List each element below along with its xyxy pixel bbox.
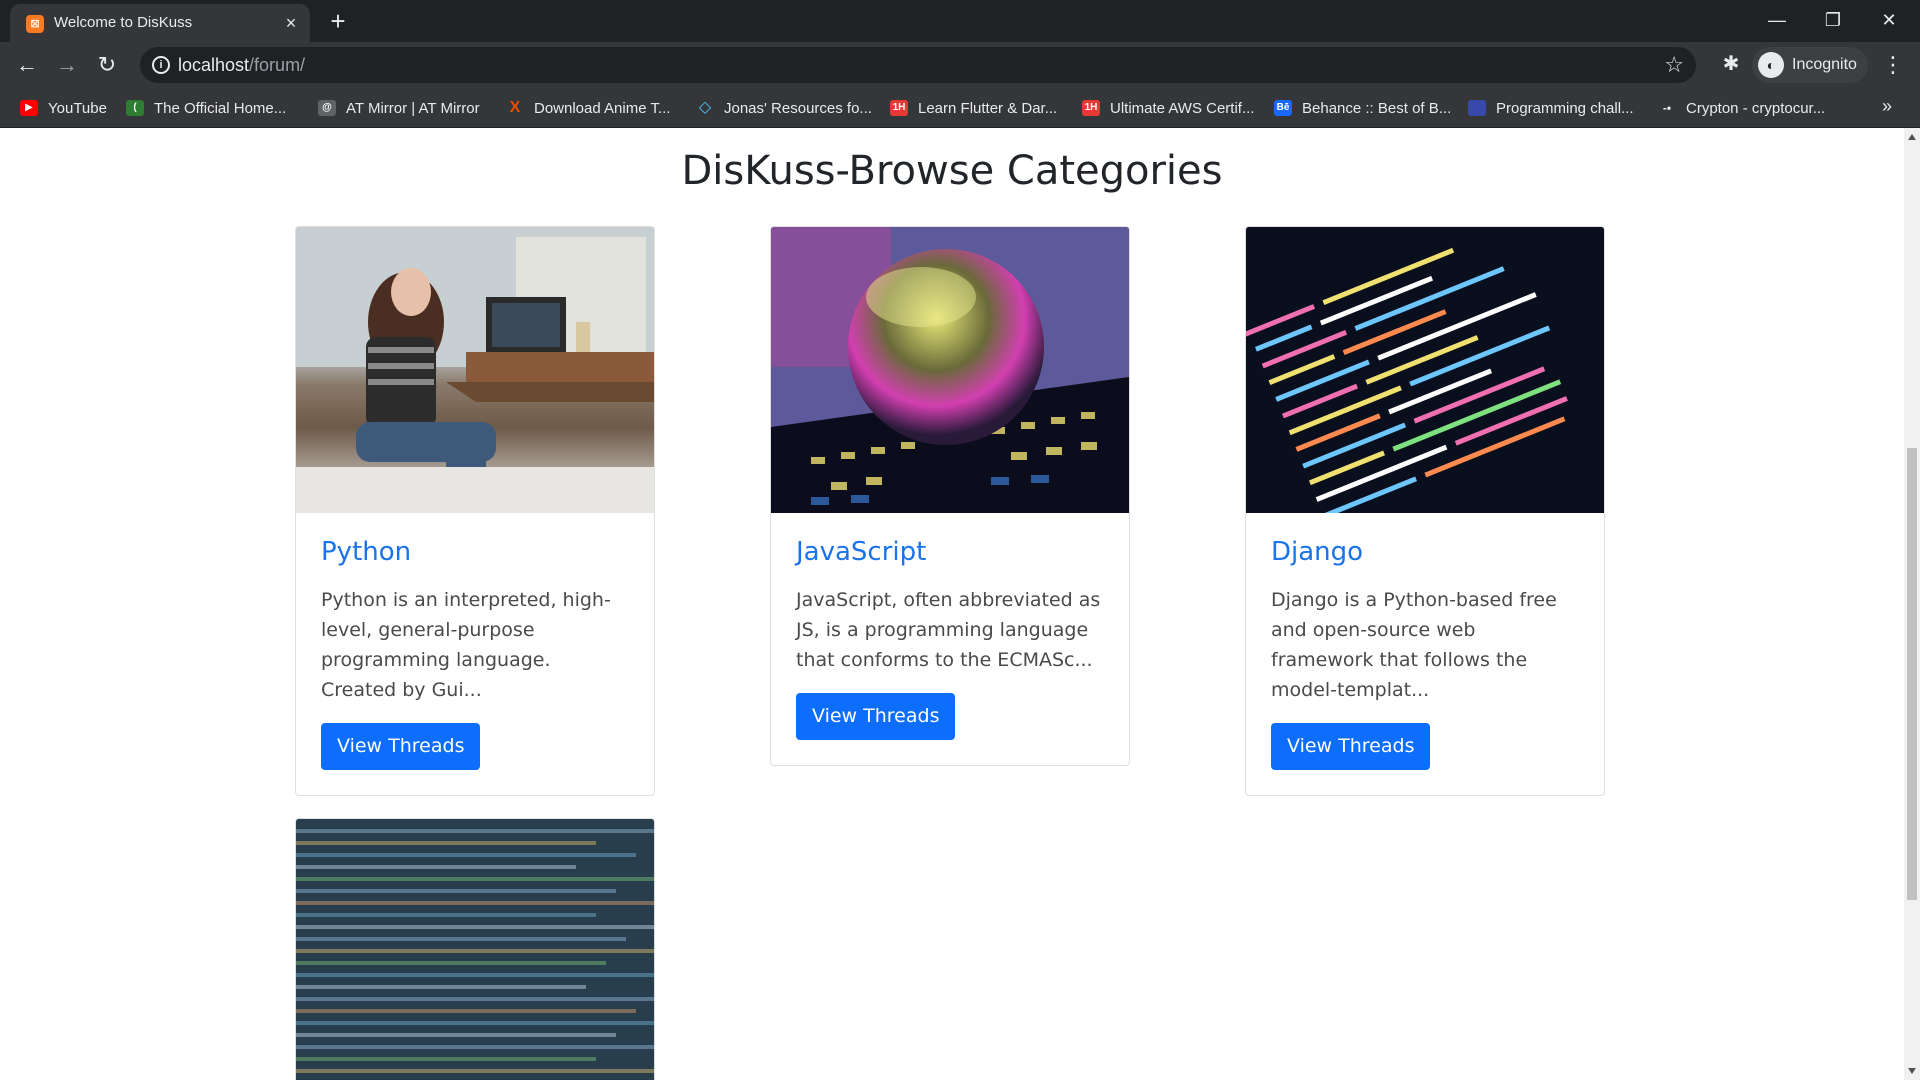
bookmark-label: AT Mirror | AT Mirror bbox=[346, 99, 480, 117]
bookmark-label: Learn Flutter & Dar... bbox=[918, 99, 1058, 117]
bookmark-label: The Official Home... bbox=[154, 99, 287, 117]
category-title-javascript[interactable]: JavaScript bbox=[796, 537, 1104, 567]
fourth-card-illustration bbox=[296, 819, 654, 1080]
category-description: Django is a Python-based free and open-s… bbox=[1271, 589, 1557, 701]
new-tab-icon[interactable]: + bbox=[324, 8, 352, 36]
bookmark-youtube[interactable]: ▶ YouTube bbox=[20, 97, 107, 119]
card-body: Django Django is a Python-based free and… bbox=[1246, 513, 1604, 795]
card-body: JavaScript JavaScript, often abbreviated… bbox=[771, 513, 1129, 765]
python-card-illustration bbox=[296, 227, 654, 513]
url-path: /forum/ bbox=[249, 55, 306, 75]
scroll-thumb[interactable] bbox=[1907, 448, 1917, 900]
back-icon[interactable]: ← bbox=[12, 50, 42, 80]
info-icon[interactable]: i bbox=[152, 56, 170, 74]
category-title-python[interactable]: Python bbox=[321, 537, 629, 567]
youtube-icon: ▶ bbox=[20, 100, 38, 116]
view-threads-button-python[interactable]: View Threads bbox=[321, 723, 481, 770]
bookmark-behance[interactable]: Bē Behance :: Best of B... bbox=[1274, 97, 1451, 119]
profile-label: Incognito bbox=[1792, 56, 1857, 73]
reload-icon[interactable]: ↻ bbox=[92, 50, 122, 80]
minimize-icon[interactable]: — bbox=[1754, 4, 1800, 36]
incognito-icon: ◐ bbox=[1758, 52, 1784, 78]
django-card-illustration bbox=[1246, 227, 1604, 513]
more-bookmarks-icon[interactable]: » bbox=[1882, 96, 1892, 117]
tab-active[interactable]: ⊠ Welcome to DisKuss × bbox=[10, 4, 310, 42]
bookmark-star-icon[interactable]: ☆ bbox=[1664, 51, 1684, 79]
scroll-down-arrow-icon[interactable] bbox=[1908, 1068, 1916, 1074]
bookmark-label: Download Anime T... bbox=[534, 99, 671, 117]
bookmark-at-mirror[interactable]: @ AT Mirror | AT Mirror bbox=[318, 97, 480, 119]
extensions-puzzle-icon[interactable]: ✱ bbox=[1718, 51, 1744, 77]
address-bar[interactable]: i localhost/forum/ ☆ bbox=[140, 47, 1696, 83]
1h-icon: 1H bbox=[890, 100, 908, 116]
category-card-javascript: JavaScript JavaScript, often abbreviated… bbox=[770, 226, 1130, 766]
url-text: localhost/forum/ bbox=[178, 55, 305, 76]
category-description: JavaScript, often abbreviated as JS, is … bbox=[796, 589, 1101, 671]
at-mirror-icon: @ bbox=[318, 100, 336, 116]
bookmark-download-anime[interactable]: X Download Anime T... bbox=[506, 97, 671, 119]
code-screen-photo bbox=[1246, 227, 1604, 513]
xampp-favicon-icon: ⊠ bbox=[26, 15, 44, 33]
bookmark-label: Ultimate AWS Certif... bbox=[1110, 99, 1255, 117]
scroll-up-arrow-icon[interactable] bbox=[1908, 134, 1916, 140]
page-title: DisKuss-Browse Categories bbox=[681, 148, 1223, 194]
bookmark-official-home[interactable]: ( The Official Home... bbox=[126, 97, 286, 119]
diamond-icon: ◇ bbox=[698, 99, 712, 116]
bookmark-label: Jonas' Resources fo... bbox=[724, 99, 872, 117]
bookmark-label: Crypton - cryptocur... bbox=[1686, 99, 1826, 117]
restore-icon[interactable]: ❐ bbox=[1810, 4, 1856, 36]
bookmark-jonas-resources[interactable]: ◇ Jonas' Resources fo... bbox=[696, 97, 872, 119]
close-tab-icon[interactable]: × bbox=[280, 12, 302, 34]
view-threads-button-django[interactable]: View Threads bbox=[1271, 723, 1431, 770]
bookmarks-bar: ▶ YouTube ( The Official Home... @ AT Mi… bbox=[0, 88, 1920, 128]
incognito-profile-button[interactable]: ◐ Incognito bbox=[1752, 47, 1868, 83]
browser-chrome: ⊠ Welcome to DisKuss × + — ❐ ✕ ← → ↻ i l… bbox=[0, 0, 1920, 128]
tab-title: Welcome to DisKuss bbox=[54, 14, 193, 31]
1h-icon: 1H bbox=[1082, 100, 1100, 116]
vertical-scrollbar[interactable] bbox=[1904, 128, 1920, 1080]
crypton-icon: -• bbox=[1662, 101, 1672, 115]
challenge-icon bbox=[1468, 100, 1486, 116]
site-icon: ( bbox=[126, 100, 144, 116]
category-card-python: Python Python is an interpreted, high-le… bbox=[295, 226, 655, 796]
bookmark-label: YouTube bbox=[48, 99, 107, 117]
bookmark-label: Behance :: Best of B... bbox=[1302, 99, 1452, 117]
tab-strip: ⊠ Welcome to DisKuss × + — ❐ ✕ bbox=[0, 0, 1920, 42]
url-host: localhost bbox=[178, 55, 250, 75]
card-body: Python Python is an interpreted, high-le… bbox=[296, 513, 654, 795]
bookmark-label: Programming chall... bbox=[1496, 99, 1634, 117]
blurred-code-photo bbox=[296, 819, 654, 1080]
bookmark-programming-challenges[interactable]: Programming chall... bbox=[1468, 97, 1634, 119]
bookmark-learn-flutter[interactable]: 1H Learn Flutter & Dar... bbox=[890, 97, 1057, 119]
category-description: Python is an interpreted, high-level, ge… bbox=[321, 589, 611, 701]
crystal-ball-photo bbox=[771, 227, 1129, 513]
javascript-card-illustration bbox=[771, 227, 1129, 513]
category-title-django[interactable]: Django bbox=[1271, 537, 1579, 567]
behance-icon: Bē bbox=[1274, 100, 1292, 116]
kebab-menu-icon[interactable]: ⋮ bbox=[1880, 50, 1906, 80]
page-viewport: DisKuss-Browse Categories Python Python … bbox=[0, 128, 1904, 1080]
woman-with-laptop-photo bbox=[296, 227, 654, 513]
bookmark-ultimate-aws[interactable]: 1H Ultimate AWS Certif... bbox=[1082, 97, 1254, 119]
category-card-fourth bbox=[295, 818, 655, 1080]
browser-toolbar: ← → ↻ i localhost/forum/ ☆ ✱ ◐ Incognito… bbox=[0, 42, 1920, 88]
x-icon: X bbox=[509, 99, 521, 116]
forward-icon[interactable]: → bbox=[52, 50, 82, 80]
close-window-icon[interactable]: ✕ bbox=[1866, 4, 1912, 36]
bookmark-crypton[interactable]: -• Crypton - cryptocur... bbox=[1658, 97, 1825, 119]
view-threads-button-javascript[interactable]: View Threads bbox=[796, 693, 956, 740]
category-card-django: Django Django is a Python-based free and… bbox=[1245, 226, 1605, 796]
